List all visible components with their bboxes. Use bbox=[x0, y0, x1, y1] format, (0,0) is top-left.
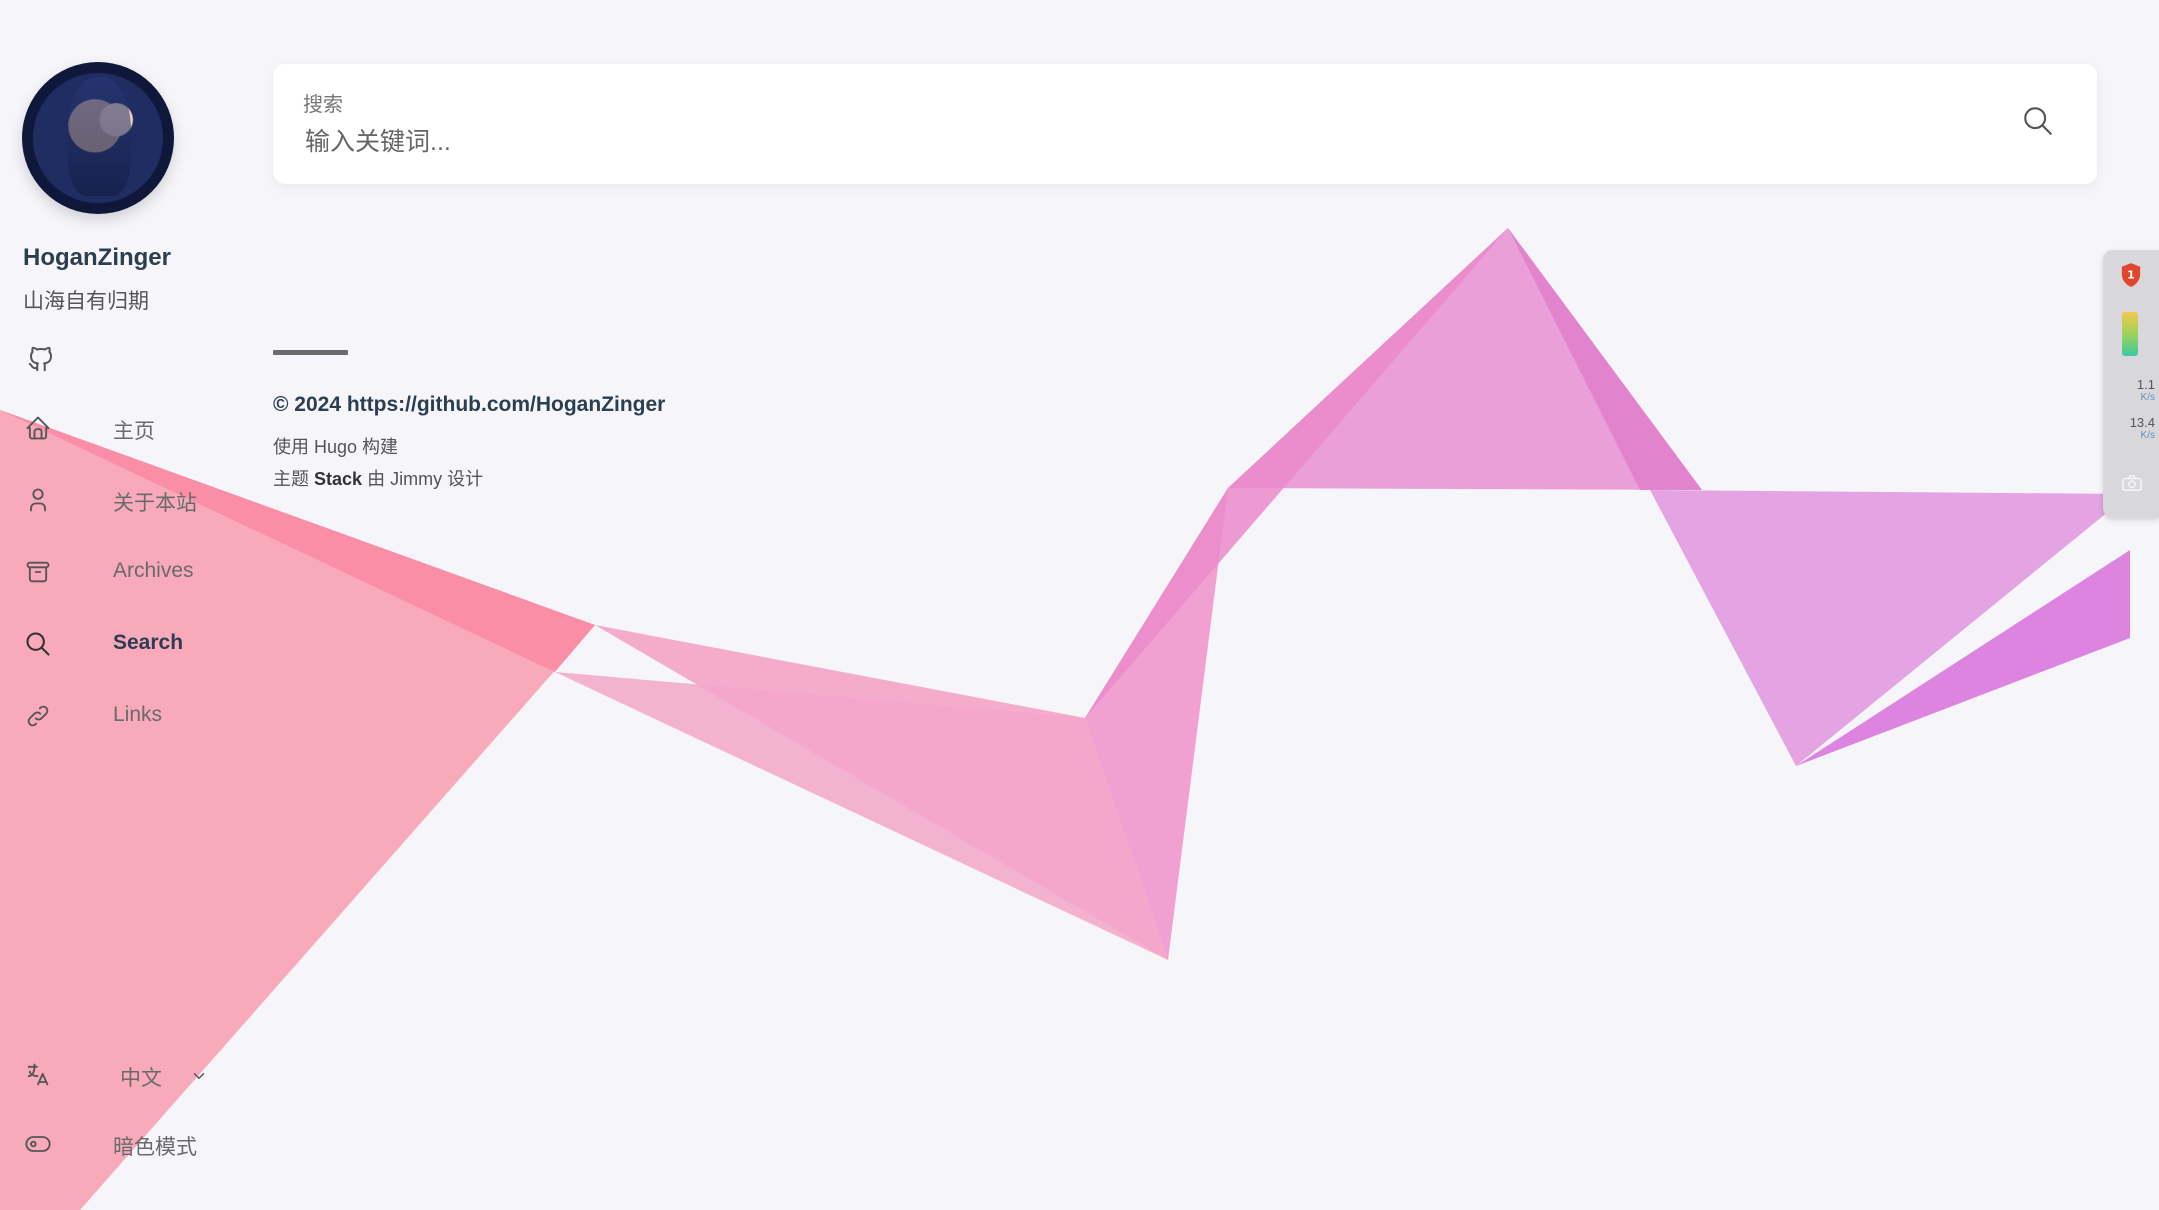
menu-item-links[interactable]: Links bbox=[0, 696, 240, 736]
language-selector[interactable]: 中文 bbox=[0, 1055, 240, 1095]
camera-icon[interactable] bbox=[2121, 474, 2143, 492]
menu-label-archives: Archives bbox=[113, 559, 194, 582]
menu-item-archives[interactable]: Archives bbox=[0, 552, 240, 592]
theme-suffix: 由 Jimmy 设计 bbox=[367, 469, 484, 489]
shield-badge-count: 1 bbox=[2127, 269, 2135, 282]
search-input[interactable] bbox=[303, 122, 1907, 162]
menu-item-search[interactable]: Search bbox=[0, 624, 240, 664]
battery-icon bbox=[2122, 312, 2138, 356]
copyright: © 2024 https://github.com/HoganZinger bbox=[273, 393, 666, 416]
upload-speed: 1.1 K/s bbox=[2111, 378, 2155, 404]
download-unit: K/s bbox=[2140, 430, 2155, 441]
home-icon bbox=[26, 416, 50, 440]
menu-label-home: 主页 bbox=[113, 420, 155, 443]
site-footer: © 2024 https://github.com/HoganZinger 使用… bbox=[273, 350, 665, 495]
download-speed: 13.4 K/s bbox=[2111, 416, 2155, 442]
avatar[interactable] bbox=[22, 62, 174, 214]
footer-divider bbox=[273, 350, 348, 355]
search-icon bbox=[2024, 107, 2052, 135]
site-description: 山海自有归期 bbox=[23, 290, 149, 313]
download-value: 13.4 bbox=[2129, 415, 2155, 430]
menu-label-about: 关于本站 bbox=[113, 492, 197, 515]
avatar-hair-shape bbox=[67, 77, 132, 196]
github-icon bbox=[28, 346, 52, 372]
archive-icon bbox=[26, 561, 50, 583]
search-submit-button[interactable] bbox=[2021, 104, 2055, 138]
search-label: 搜索 bbox=[303, 94, 343, 116]
powered-by: 使用 Hugo 构建 主题 Stack 由 Jimmy 设计 bbox=[273, 431, 665, 495]
chevron-down-icon bbox=[193, 1073, 205, 1079]
menu-item-about[interactable]: 关于本站 bbox=[0, 480, 240, 520]
dark-mode-label: 暗色模式 bbox=[113, 1136, 197, 1159]
language-icon bbox=[27, 1063, 49, 1086]
theme-name[interactable]: Stack bbox=[314, 469, 362, 489]
shield-icon: 1 bbox=[2121, 263, 2141, 287]
dark-mode-toggle[interactable]: 暗色模式 bbox=[0, 1124, 240, 1164]
toggle-icon bbox=[25, 1136, 51, 1152]
menu-label-links: Links bbox=[113, 703, 163, 726]
system-monitor-widget[interactable]: 1 1.1 K/s 13.4 K/s bbox=[2103, 250, 2159, 518]
user-icon bbox=[30, 488, 46, 512]
built-with: 使用 Hugo 构建 bbox=[273, 437, 399, 457]
language-label: 中文 bbox=[120, 1067, 162, 1090]
menu-label-search: Search bbox=[113, 631, 184, 654]
link-icon bbox=[27, 705, 49, 727]
sidebar: HoganZinger 山海自有归期 主页 关于本站 Archives Sear… bbox=[0, 0, 260, 1210]
upload-unit: K/s bbox=[2140, 392, 2155, 403]
github-link[interactable] bbox=[26, 344, 56, 374]
upload-value: 1.1 bbox=[2136, 377, 2155, 392]
search-icon bbox=[26, 632, 50, 656]
menu-item-home[interactable]: 主页 bbox=[0, 408, 240, 448]
theme-credit: 主题 Stack 由 Jimmy 设计 bbox=[273, 463, 665, 495]
theme-prefix: 主题 bbox=[273, 469, 309, 489]
site-name[interactable]: HoganZinger bbox=[23, 244, 171, 272]
search-form: 搜索 bbox=[273, 64, 2097, 184]
